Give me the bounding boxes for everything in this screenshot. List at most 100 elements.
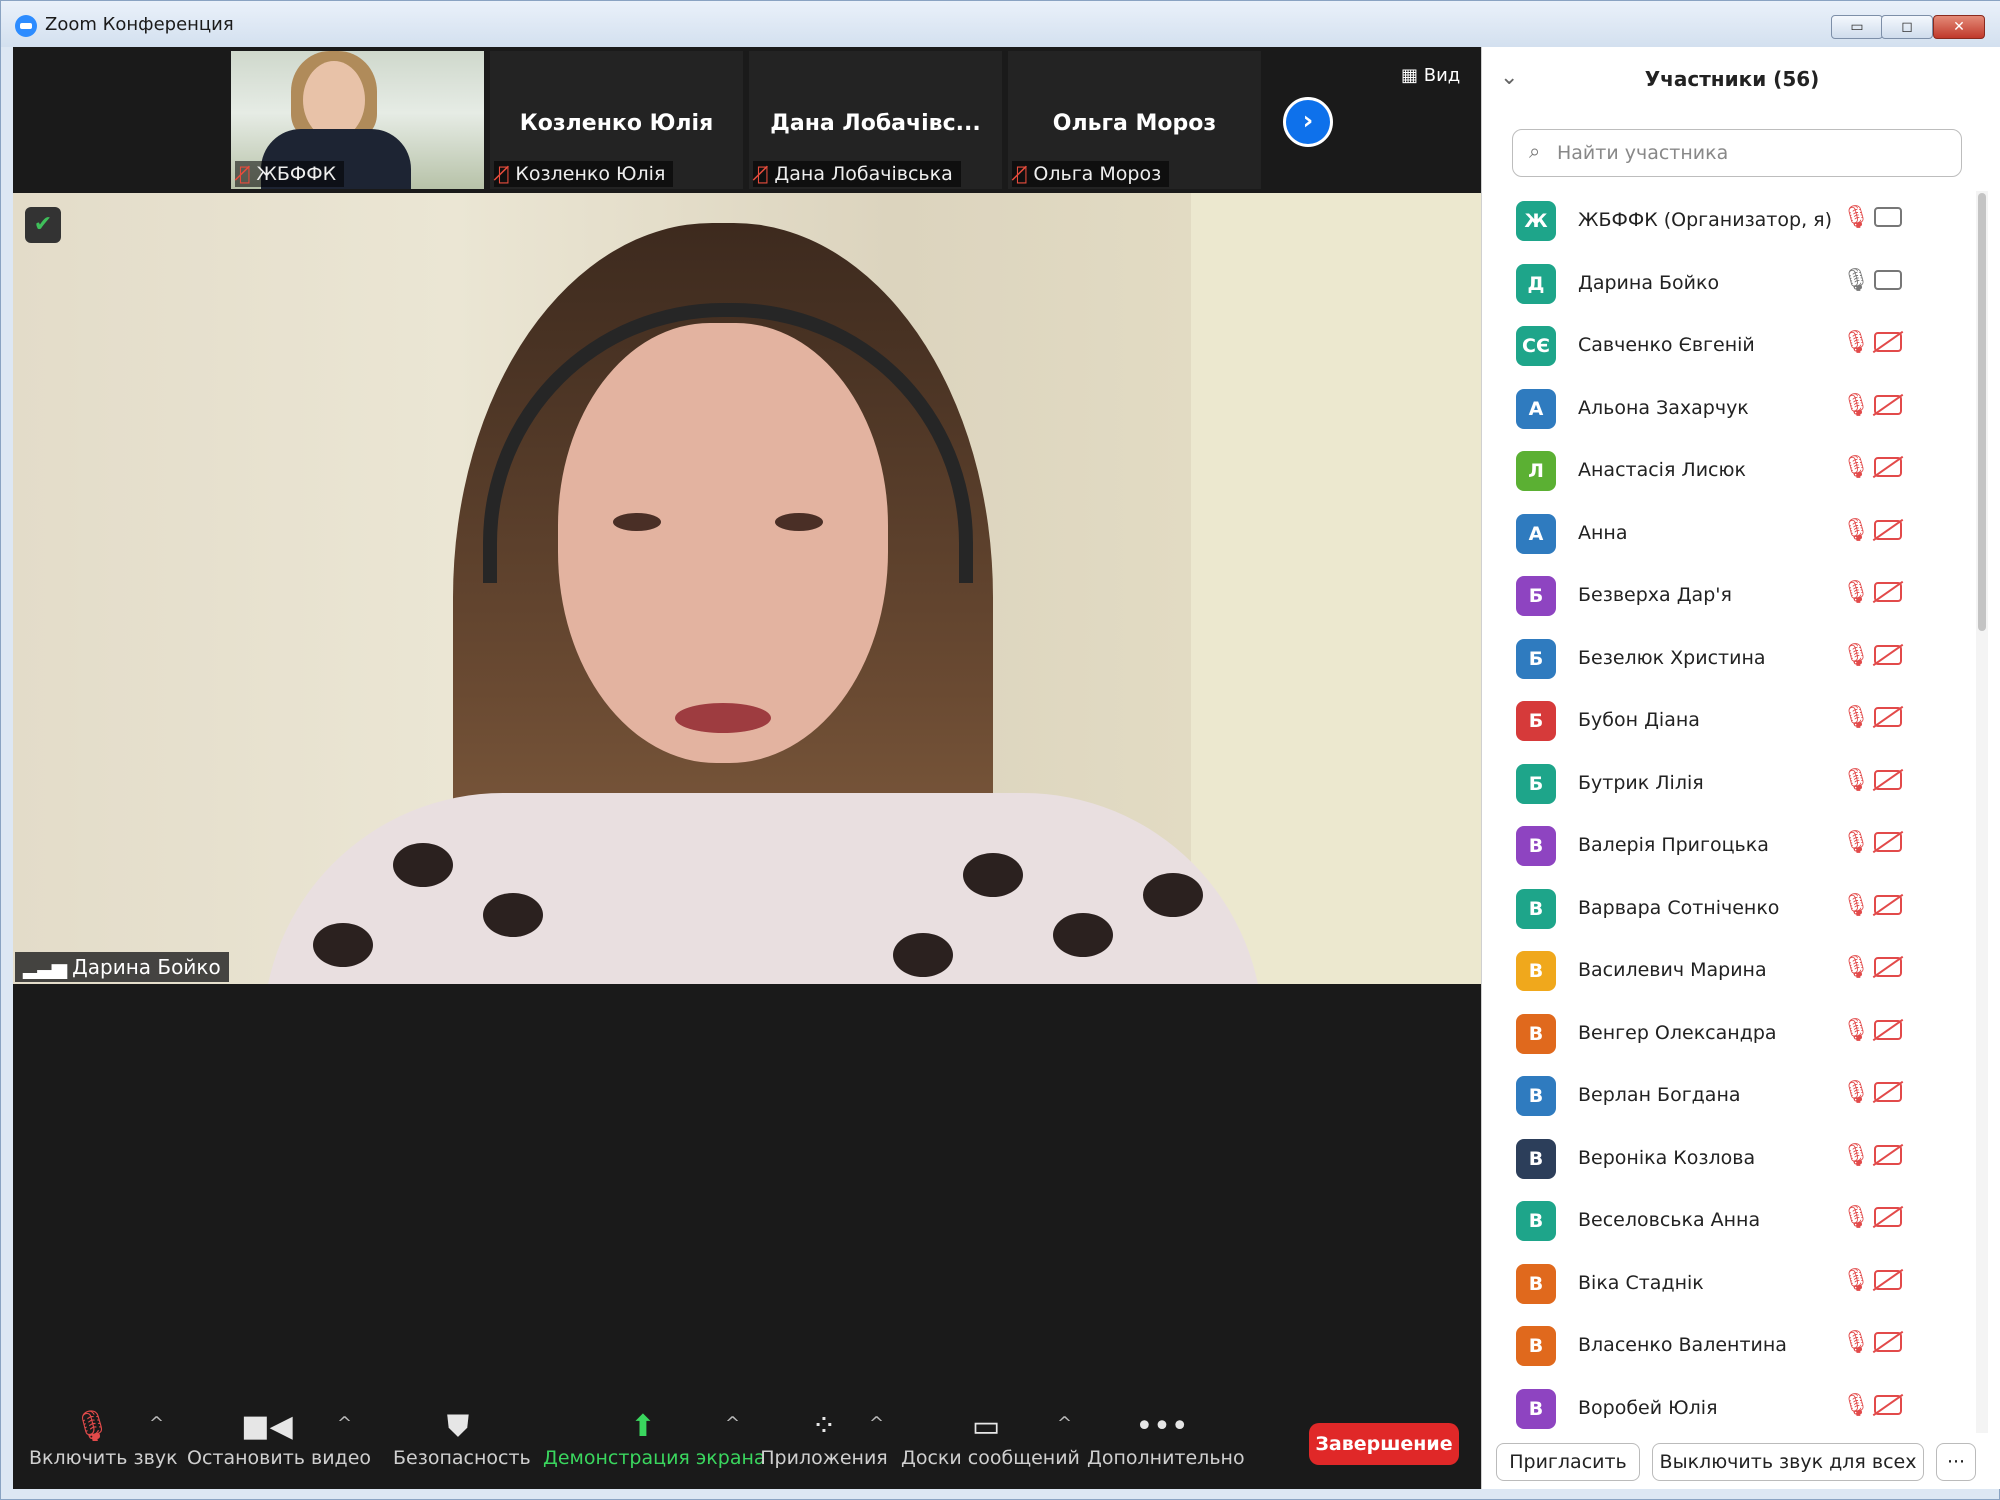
avatar: В	[1516, 888, 1556, 929]
video-off-icon[interactable]	[1874, 394, 1902, 415]
mic-muted-icon[interactable]: 🎙	[1842, 830, 1870, 855]
apps-options-caret[interactable]: ^	[869, 1413, 884, 1434]
participant-row[interactable]: СЄ Савченко Євгеній 🎙	[1482, 316, 1972, 379]
mic-muted-icon[interactable]: 🎙	[1842, 768, 1870, 793]
mic-muted-icon[interactable]: 🎙	[1842, 1393, 1870, 1418]
participant-list-scrollbar[interactable]	[1976, 191, 1988, 1433]
video-off-icon[interactable]	[1874, 1207, 1902, 1227]
video-off-icon[interactable]	[1874, 707, 1902, 727]
share-options-caret[interactable]: ^	[725, 1413, 740, 1434]
mic-muted-icon[interactable]: 🎙	[1842, 455, 1870, 480]
video-off-icon[interactable]	[1874, 769, 1902, 790]
participant-row[interactable]: В Вероніка Козлова 🎙	[1482, 1129, 1972, 1192]
participant-row[interactable]: В Воробей Юлія 🎙	[1482, 1379, 1972, 1434]
participant-row[interactable]: Б Безверха Дар'я 🎙	[1482, 566, 1972, 629]
mic-muted-icon[interactable]: 🎙	[1842, 393, 1870, 418]
stop-video-button[interactable]: ■◀ Остановить видео	[187, 1407, 371, 1469]
mic-muted-icon[interactable]: 🎙	[1842, 1018, 1870, 1043]
mic-muted-icon[interactable]: 🎙	[1842, 1143, 1870, 1168]
participant-row[interactable]: Б Бутрик Лілія 🎙	[1482, 754, 1972, 817]
video-off-icon[interactable]	[1874, 1144, 1902, 1165]
mic-muted-icon[interactable]: 🎙	[1842, 1330, 1870, 1355]
video-off-icon[interactable]	[1874, 519, 1902, 540]
participant-row[interactable]: Ж ЖБФФК (Организатор, я) 🎙	[1482, 191, 1972, 254]
participant-row[interactable]: Д Дарина Бойко 🎙	[1482, 254, 1972, 317]
tile-label: 🎙̸ Козленко Юлія	[494, 161, 674, 187]
video-off-icon[interactable]	[1874, 1332, 1902, 1352]
participant-row[interactable]: В Василевич Марина 🎙	[1482, 941, 1972, 1004]
participant-row[interactable]: Б Бубон Діана 🎙	[1482, 691, 1972, 754]
more-button[interactable]: ••• Дополнительно	[1087, 1407, 1245, 1469]
mic-muted-icon[interactable]: 🎙	[1842, 518, 1870, 543]
search-placeholder: Найти участника	[1557, 142, 1729, 164]
minimize-button[interactable]: ▭	[1831, 15, 1883, 39]
mic-muted-icon: 🎙̸	[498, 163, 510, 185]
participant-row[interactable]: Б Безелюк Христина 🎙	[1482, 629, 1972, 692]
mic-muted-icon[interactable]: 🎙	[1842, 1080, 1870, 1105]
invite-button[interactable]: Пригласить	[1496, 1443, 1640, 1481]
more-options-button[interactable]: ···	[1936, 1443, 1976, 1481]
audio-options-caret[interactable]: ^	[149, 1413, 164, 1434]
whiteboards-button[interactable]: ▭ Доски сообщений	[901, 1407, 1080, 1469]
security-button[interactable]: ⛊ Безопасность	[393, 1407, 531, 1469]
video-off-icon[interactable]	[1874, 332, 1902, 352]
participant-row[interactable]: В Власенко Валентина 🎙	[1482, 1316, 1972, 1379]
share-screen-button[interactable]: ⬆ Демонстрация экрана	[543, 1407, 766, 1469]
shield-check-icon[interactable]: ✔	[25, 207, 61, 243]
avatar: А	[1516, 513, 1556, 554]
video-off-icon[interactable]	[1874, 957, 1902, 977]
scrollbar-thumb[interactable]	[1978, 193, 1986, 631]
video-off-icon[interactable]	[1874, 894, 1902, 915]
participant-row[interactable]: А Анна 🎙	[1482, 504, 1972, 567]
participant-name: Валерія Пригоцька	[1578, 834, 1769, 856]
unmute-button[interactable]: 🎙 Включить звук	[29, 1407, 178, 1469]
video-options-caret[interactable]: ^	[337, 1413, 352, 1434]
tile-display-name: Козленко Юлія	[519, 111, 714, 136]
video-off-icon[interactable]	[1874, 644, 1902, 665]
mic-icon[interactable]: 🎙	[1842, 268, 1870, 293]
participant-row[interactable]: Л Анастасія Лисюк 🎙	[1482, 441, 1972, 504]
whiteboards-options-caret[interactable]: ^	[1057, 1413, 1072, 1434]
close-button[interactable]: ✕	[1933, 15, 1985, 39]
mic-muted-icon[interactable]: 🎙	[1842, 955, 1870, 980]
mic-muted-icon[interactable]: 🎙	[1842, 580, 1870, 605]
participant-search-input[interactable]: ⌕ Найти участника	[1512, 129, 1962, 177]
mic-muted-icon[interactable]: 🎙	[1842, 330, 1870, 355]
mic-muted-icon[interactable]: 🎙	[1842, 705, 1870, 730]
video-off-icon[interactable]	[1874, 1269, 1902, 1290]
participant-row[interactable]: В Віка Стаднік 🎙	[1482, 1254, 1972, 1317]
mic-muted-icon[interactable]: 🎙	[1842, 643, 1870, 668]
view-button[interactable]: ▦ Вид	[1401, 65, 1460, 86]
video-off-icon[interactable]	[1874, 1082, 1902, 1102]
video-tile[interactable]: Ольга Мороз 🎙̸ Ольга Мороз	[1008, 51, 1261, 189]
participant-row[interactable]: В Валерія Пригоцька 🎙	[1482, 816, 1972, 879]
participant-name: Бубон Діана	[1578, 709, 1700, 731]
shield-icon: ⛊	[446, 1409, 470, 1444]
video-camera-icon[interactable]	[1874, 207, 1902, 227]
video-tile[interactable]: Дана Лобачівс... 🎙̸ Дана Лобачівська	[749, 51, 1002, 189]
mic-muted-icon[interactable]: 🎙	[1842, 1268, 1870, 1293]
signal-bars-icon: ▂▃▅	[23, 955, 67, 979]
video-tile-host[interactable]: 🎙̸ ЖБФФК	[231, 51, 484, 189]
end-meeting-button[interactable]: Завершение	[1309, 1423, 1459, 1465]
participant-name: Василевич Марина	[1578, 959, 1767, 981]
participant-row[interactable]: В Венгер Олександра 🎙	[1482, 1004, 1972, 1067]
mic-muted-icon[interactable]: 🎙	[1842, 1205, 1870, 1230]
next-page-button[interactable]: ›	[1283, 97, 1333, 147]
video-off-icon[interactable]	[1874, 1394, 1902, 1415]
video-off-icon[interactable]	[1874, 582, 1902, 602]
participant-row[interactable]: В Веселовська Анна 🎙	[1482, 1191, 1972, 1254]
mic-muted-icon[interactable]: 🎙	[1842, 205, 1870, 230]
mute-all-button[interactable]: Выключить звук для всех	[1652, 1443, 1924, 1481]
mic-muted-icon[interactable]: 🎙	[1842, 893, 1870, 918]
avatar: А	[1516, 388, 1556, 429]
video-off-icon[interactable]	[1874, 457, 1902, 477]
participant-row[interactable]: В Верлан Богдана 🎙	[1482, 1066, 1972, 1129]
maximize-button[interactable]: ◻	[1881, 15, 1933, 39]
video-off-icon[interactable]	[1874, 1019, 1902, 1040]
participant-row[interactable]: В Варвара Сотніченко 🎙	[1482, 879, 1972, 942]
participant-row[interactable]: А Альона Захарчук 🎙	[1482, 379, 1972, 442]
video-off-icon[interactable]	[1874, 832, 1902, 852]
video-tile[interactable]: Козленко Юлія 🎙̸ Козленко Юлія	[490, 51, 743, 189]
video-camera-icon[interactable]	[1874, 269, 1902, 290]
